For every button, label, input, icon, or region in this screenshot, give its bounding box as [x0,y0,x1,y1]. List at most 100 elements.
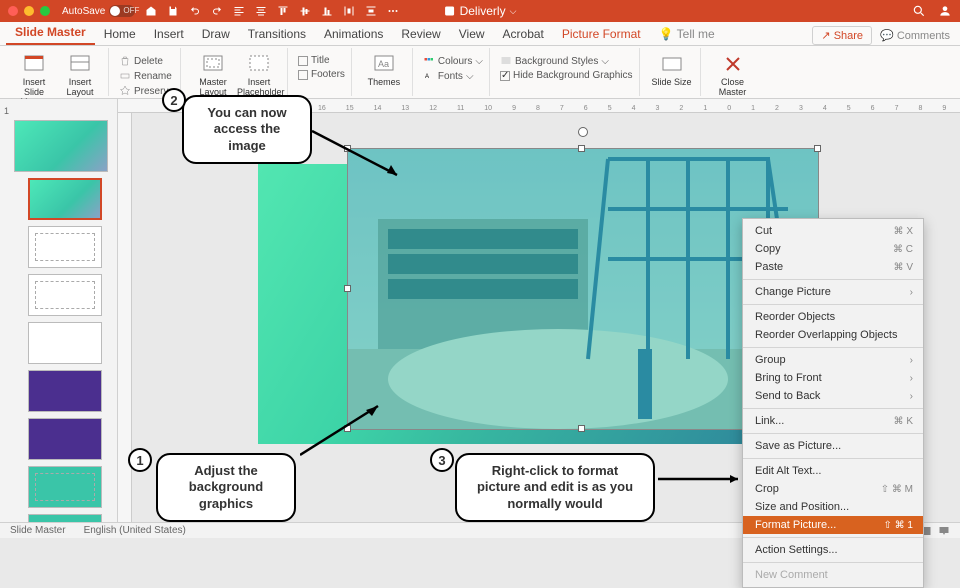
annotation-callout-1: Adjust the background graphics [156,453,296,522]
autosave-toggle[interactable]: AutoSave OFF [62,5,135,17]
align-center-icon[interactable] [255,5,267,17]
menu-send-to-back[interactable]: Send to Back› [743,387,923,405]
status-language[interactable]: English (United States) [84,525,186,536]
tab-review[interactable]: Review [392,23,449,45]
tab-draw[interactable]: Draw [193,23,239,45]
svg-text:A: A [425,74,429,80]
rotation-handle[interactable] [578,127,588,137]
fonts-dropdown[interactable]: AFonts ⌵ [423,69,483,83]
menu-bring-to-front[interactable]: Bring to Front› [743,369,923,387]
thumb-master[interactable] [14,120,108,172]
menu-link[interactable]: Link...⌘ K [743,412,923,430]
menu-size-position[interactable]: Size and Position... [743,498,923,516]
menu-paste[interactable]: Paste⌘ V [743,258,923,276]
tab-picture-format[interactable]: Picture Format [553,23,650,45]
menu-save-as-picture[interactable]: Save as Picture... [743,437,923,455]
align-left-icon[interactable] [233,5,245,17]
share-button[interactable]: ↗ Share [812,26,872,45]
annotation-arrow-2 [312,125,412,185]
align-middle-icon[interactable] [299,5,311,17]
ribbon-tabs: Slide Master Home Insert Draw Transition… [0,22,960,46]
annotation-callout-3: Right-click to format picture and edit i… [455,453,655,522]
menu-new-comment: New Comment [743,566,923,584]
annotation-badge-2: 2 [162,88,186,112]
powerpoint-icon [444,5,456,17]
svg-text:Aa: Aa [378,59,389,69]
thumb-layout-8[interactable] [28,514,102,522]
thumb-layout-5[interactable] [28,370,102,412]
dropdown-icon[interactable]: ⌵ [510,6,517,17]
resize-handle-ml[interactable] [344,285,351,292]
master-layout-button[interactable]: Master Layout [191,52,235,98]
window-controls[interactable] [8,6,50,16]
tab-animations[interactable]: Animations [315,23,392,45]
distribute-v-icon[interactable] [365,5,377,17]
annotation-badge-1: 1 [128,448,152,472]
tab-home[interactable]: Home [95,23,145,45]
tab-slide-master[interactable]: Slide Master [6,21,95,45]
thumb-layout-7[interactable] [28,466,102,508]
slide-size-button[interactable]: Slide Size [650,52,694,88]
menu-edit-alt-text[interactable]: Edit Alt Text... [743,462,923,480]
distribute-h-icon[interactable] [343,5,355,17]
annotation-arrow-1 [300,400,390,460]
resize-handle-bm[interactable] [578,425,585,432]
thumb-layout-4[interactable] [28,322,102,364]
autosave-label: AutoSave [62,6,105,17]
annotation-arrow-3 [658,472,748,486]
align-top-icon[interactable] [277,5,289,17]
tab-view[interactable]: View [450,23,494,45]
rename-button[interactable]: Rename [119,69,174,83]
background-styles-dropdown[interactable]: Background Styles ⌵ [500,54,633,68]
close-master-button[interactable]: Close Master [711,52,755,98]
tell-me[interactable]: 💡 Tell me [650,23,724,45]
tab-insert[interactable]: Insert [145,23,193,45]
thumb-layout-3[interactable] [28,274,102,316]
save-icon[interactable] [167,5,179,17]
tab-acrobat[interactable]: Acrobat [494,23,553,45]
home-icon[interactable] [145,5,157,17]
search-icon[interactable] [912,4,926,18]
tab-transitions[interactable]: Transitions [239,23,315,45]
status-view: Slide Master [10,525,66,536]
close-window-icon[interactable] [8,6,18,16]
minimize-window-icon[interactable] [24,6,34,16]
menu-copy[interactable]: Copy⌘ C [743,240,923,258]
undo-icon[interactable] [189,5,201,17]
redo-icon[interactable] [211,5,223,17]
comments-button[interactable]: 💬 Comments [880,29,950,42]
thumb-layout-2[interactable] [28,226,102,268]
more-icon[interactable] [387,5,399,17]
ribbon: Insert Slide Master Insert Layout Delete… [0,46,960,99]
menu-change-picture[interactable]: Change Picture› [743,283,923,301]
slideshow-view-icon[interactable] [938,525,950,537]
insert-placeholder-button[interactable]: Insert Placeholder [237,52,281,98]
title-checkbox[interactable]: Title [298,54,345,67]
align-bottom-icon[interactable] [321,5,333,17]
themes-button[interactable]: AaThemes [362,52,406,88]
resize-handle-tr[interactable] [814,145,821,152]
resize-handle-tm[interactable] [578,145,585,152]
thumb-layout-6[interactable] [28,418,102,460]
slide-thumbnails-panel[interactable]: 1 [0,99,118,522]
menu-crop[interactable]: Crop⇧ ⌘ M [743,480,923,498]
menu-group[interactable]: Group› [743,351,923,369]
menu-action-settings[interactable]: Action Settings... [743,541,923,559]
menu-cut[interactable]: Cut⌘ X [743,222,923,240]
thumb-layout-1[interactable] [28,178,102,220]
master-number: 1 [4,106,9,116]
delete-button[interactable]: Delete [119,54,174,68]
autosave-switch[interactable]: OFF [109,5,135,17]
annotation-callout-2: You can now access the image [182,95,312,164]
menu-format-picture[interactable]: Format Picture...⇧ ⌘ 1 [743,516,923,534]
colours-dropdown[interactable]: Colours ⌵ [423,54,483,68]
menu-reorder-objects[interactable]: Reorder Objects [743,308,923,326]
menu-reorder-overlapping[interactable]: Reorder Overlapping Objects [743,326,923,344]
footers-checkbox[interactable]: Footers [298,68,345,81]
title-bar: AutoSave OFF Deliverly ⌵ [0,0,960,22]
account-icon[interactable] [938,4,952,18]
maximize-window-icon[interactable] [40,6,50,16]
hide-background-checkbox[interactable]: Hide Background Graphics [500,69,633,82]
annotation-badge-3: 3 [430,448,454,472]
document-title: Deliverly ⌵ [444,4,517,18]
